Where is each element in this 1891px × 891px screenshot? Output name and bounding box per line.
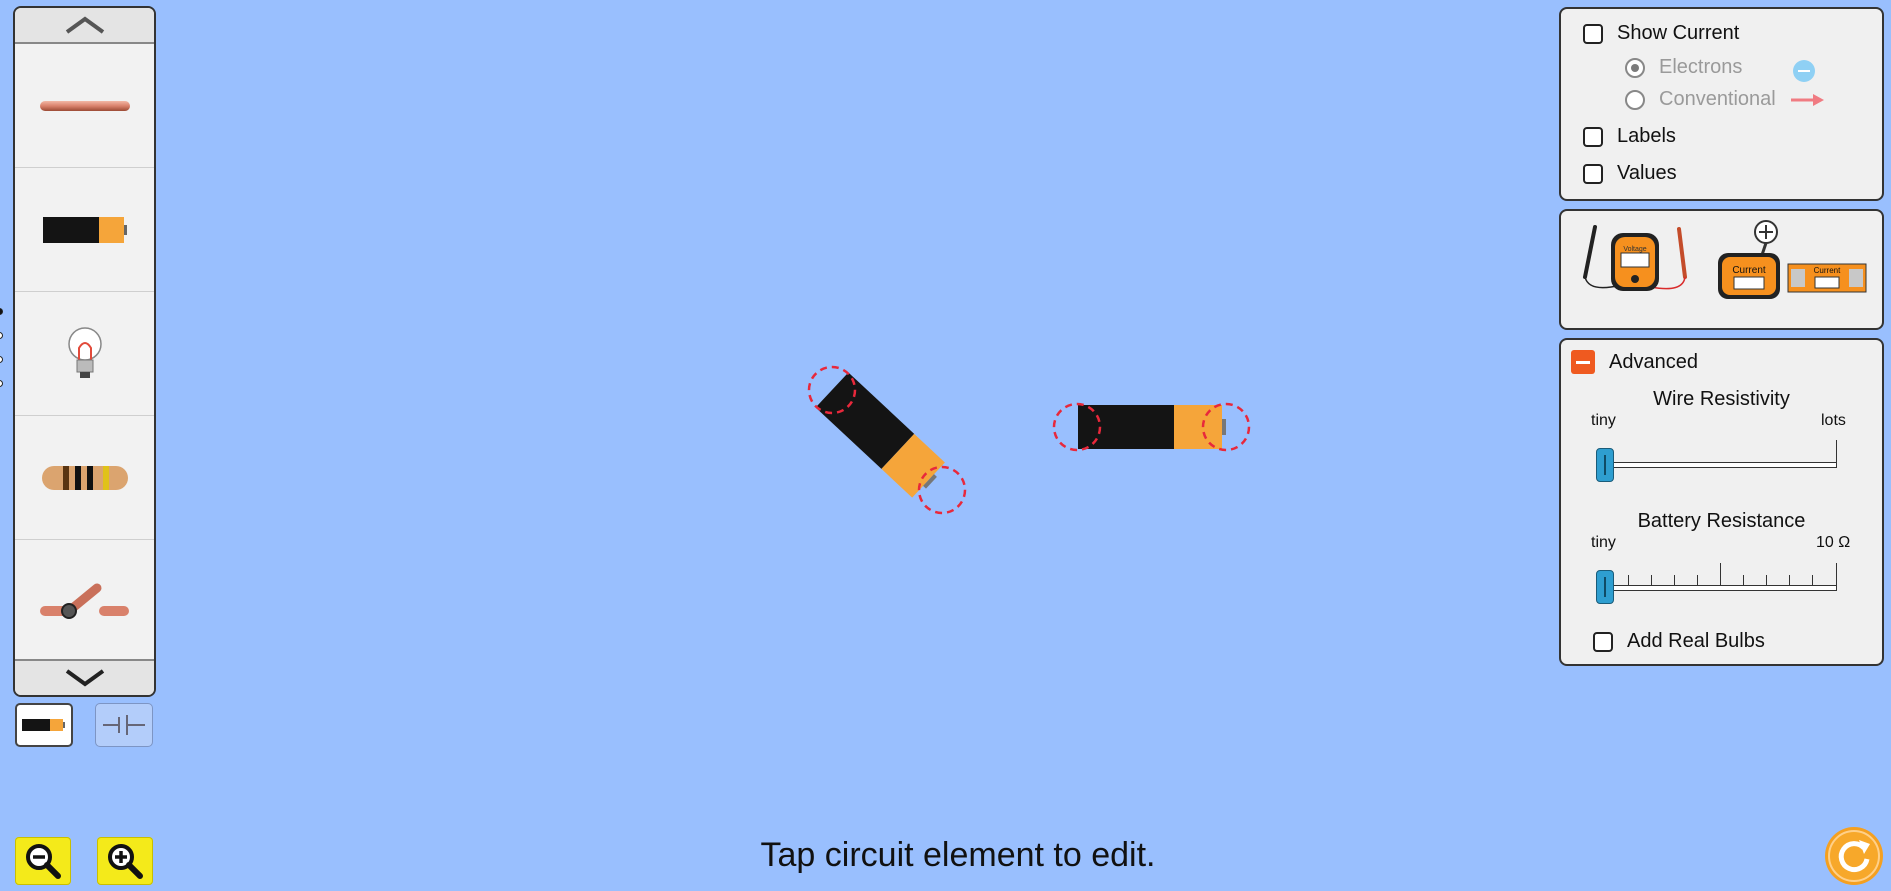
battery-terminal-handle[interactable] bbox=[917, 465, 967, 515]
show-current-checkbox[interactable] bbox=[1583, 23, 1603, 44]
zoom-out-icon bbox=[26, 844, 61, 879]
battery-resistance-min-label: tiny bbox=[1591, 534, 1616, 551]
display-options-panel: Show Current Electrons Conventional Labe… bbox=[1559, 7, 1884, 201]
battery-resistance-title: Battery Resistance bbox=[1637, 510, 1806, 532]
conventional-radio[interactable] bbox=[1625, 89, 1645, 110]
advanced-collapse-button[interactable] bbox=[1571, 350, 1595, 374]
reset-all-button[interactable] bbox=[1824, 826, 1884, 886]
page-dot-1[interactable] bbox=[0, 308, 3, 315]
switch-icon bbox=[39, 583, 129, 619]
zoom-in-button[interactable] bbox=[97, 837, 153, 885]
labels-label: Labels bbox=[1617, 125, 1676, 147]
schematic-battery-icon bbox=[103, 715, 145, 735]
noncontact-ammeter-label: Current bbox=[1814, 266, 1841, 275]
status-message: Tap circuit element to edit. bbox=[760, 836, 1156, 874]
carousel-up-button[interactable] bbox=[15, 8, 154, 44]
resistor-icon bbox=[41, 465, 128, 490]
light-bulb-icon bbox=[67, 326, 102, 378]
lifelike-view-button[interactable] bbox=[15, 703, 73, 747]
electrons-radio[interactable] bbox=[1625, 57, 1645, 78]
carousel-item-light-bulb[interactable] bbox=[15, 292, 154, 415]
component-carousel bbox=[13, 6, 156, 697]
ammeter-label: Current bbox=[1732, 265, 1766, 276]
battery-resistance-max-label: 10 Ω bbox=[1816, 534, 1851, 551]
schematic-view-button[interactable] bbox=[95, 703, 153, 747]
carousel-item-resistor[interactable] bbox=[15, 416, 154, 539]
page-dot-2[interactable] bbox=[0, 332, 3, 339]
electron-icon bbox=[1793, 60, 1815, 82]
wire-resistivity-min-label: tiny bbox=[1591, 412, 1616, 429]
values-checkbox[interactable] bbox=[1583, 163, 1603, 184]
measurement-tools-panel: Voltage Current Current bbox=[1559, 209, 1884, 330]
battery-resistance-track[interactable] bbox=[1605, 585, 1837, 591]
wire-resistivity-slider-thumb[interactable] bbox=[1596, 448, 1614, 482]
add-real-bulbs-checkbox[interactable] bbox=[1593, 631, 1613, 652]
show-current-label: Show Current bbox=[1617, 22, 1740, 44]
battery-icon bbox=[22, 719, 65, 731]
labels-checkbox[interactable] bbox=[1583, 126, 1603, 147]
wire-icon bbox=[39, 100, 130, 111]
battery-rotated[interactable] bbox=[800, 360, 980, 520]
page-dot-4[interactable] bbox=[0, 380, 3, 387]
advanced-title: Advanced bbox=[1609, 350, 1698, 373]
zoom-in-icon bbox=[108, 844, 143, 879]
conventional-label: Conventional bbox=[1659, 88, 1776, 110]
battery-resistance-slider-thumb[interactable] bbox=[1596, 570, 1614, 604]
voltmeter-tool[interactable]: Voltage bbox=[1581, 223, 1693, 299]
advanced-panel: Advanced Wire Resistivity tiny lots Batt… bbox=[1559, 338, 1884, 666]
values-label: Values bbox=[1617, 162, 1677, 184]
chevron-down-icon bbox=[65, 669, 104, 687]
carousel-down-button[interactable] bbox=[15, 659, 154, 695]
conventional-arrow-icon bbox=[1791, 94, 1824, 106]
electrons-label: Electrons bbox=[1659, 56, 1743, 78]
battery-horizontal[interactable] bbox=[1050, 400, 1256, 458]
noncontact-ammeter-tool[interactable]: Current bbox=[1787, 263, 1867, 293]
ammeter-tool[interactable]: Current bbox=[1716, 219, 1784, 303]
page-dot-3[interactable] bbox=[0, 356, 3, 363]
carousel-item-wire[interactable] bbox=[15, 44, 154, 167]
carousel-item-battery[interactable] bbox=[15, 168, 154, 291]
add-real-bulbs-label: Add Real Bulbs bbox=[1627, 630, 1765, 652]
zoom-out-button[interactable] bbox=[15, 837, 71, 885]
wire-resistivity-title: Wire Resistivity bbox=[1653, 388, 1790, 410]
chevron-up-icon bbox=[65, 16, 104, 34]
wire-resistivity-max-label: lots bbox=[1821, 412, 1846, 429]
wire-resistivity-track[interactable] bbox=[1605, 462, 1837, 468]
voltmeter-label: Voltage bbox=[1623, 246, 1646, 253]
battery-icon bbox=[42, 216, 127, 243]
carousel-item-switch[interactable] bbox=[15, 540, 154, 663]
carousel-page-indicator bbox=[0, 308, 3, 404]
